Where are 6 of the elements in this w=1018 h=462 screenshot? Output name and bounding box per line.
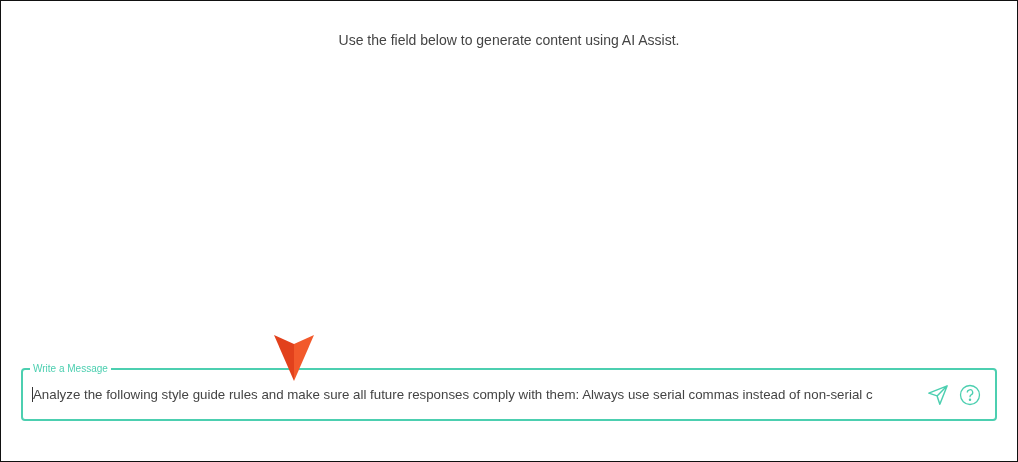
send-button[interactable] (927, 383, 949, 406)
instruction-text: Use the field below to generate content using AI Assist. (338, 32, 680, 48)
field-label: Write a Message (30, 362, 111, 375)
message-text: Analyze the following style guide rules and make sure all future responses comply with them: Always use serial commas instead of non-serial c (32, 387, 917, 402)
arrow-marker-icon (273, 332, 315, 382)
help-button[interactable] (959, 383, 981, 406)
